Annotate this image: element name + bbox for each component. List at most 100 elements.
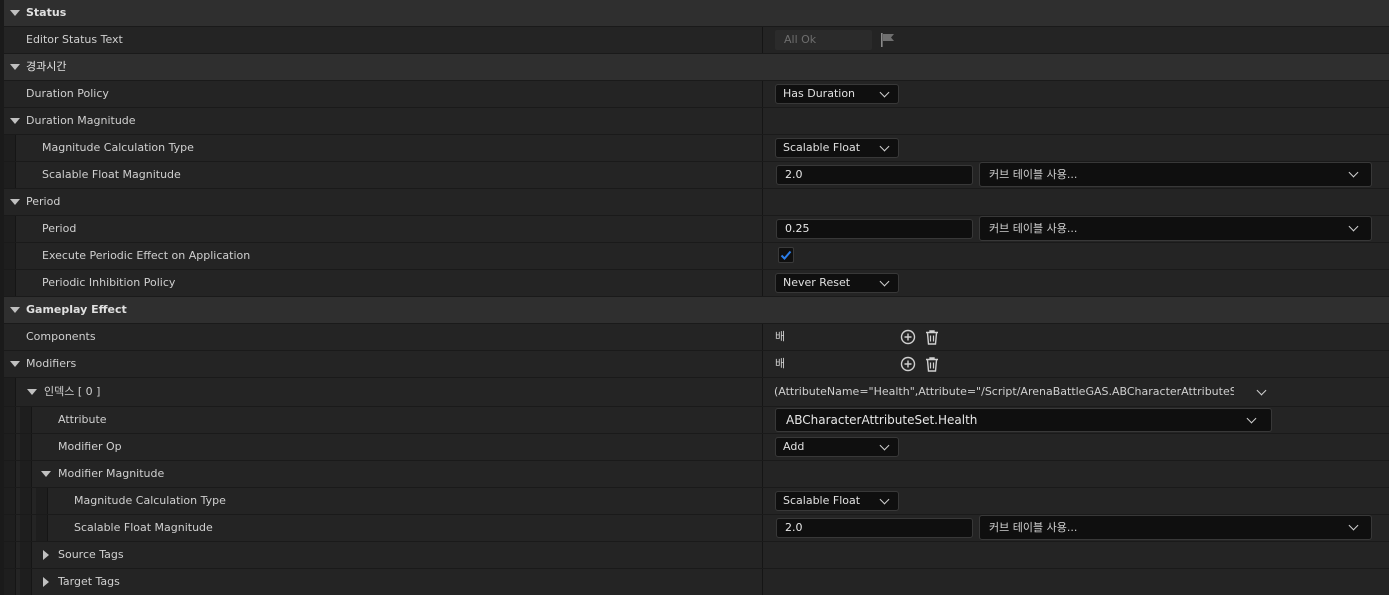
prop-label: 인덱스 [ 0 ] — [44, 385, 101, 398]
prop-dm-scalable: Scalable Float Magnitude 2.0 커브 테이블 사용..… — [4, 162, 1389, 188]
category-label: Gameplay Effect — [26, 303, 127, 316]
prop-duration-policy: Duration Policy Has Duration — [4, 81, 1389, 107]
column-divider — [762, 407, 763, 433]
prop-label: Magnitude Calculation Type — [74, 494, 226, 507]
prop-components: Components 배열 엘리먼트: 0 — [4, 324, 1389, 499]
array-count: 배열 엘리먼트: 0 — [775, 330, 789, 499]
dropdown-value: Has Duration — [783, 87, 856, 100]
column-divider — [762, 324, 763, 350]
scalable-float-input[interactable]: 2.0 — [776, 518, 973, 538]
group-source-tags[interactable]: Source Tags — [4, 542, 1389, 568]
prop-label: Period — [42, 222, 77, 235]
magnitude-calc-type-dropdown[interactable]: Scalable Float — [775, 138, 899, 158]
indent-guide — [4, 407, 16, 433]
curve-table-dropdown[interactable]: 커브 테이블 사용... — [979, 162, 1372, 187]
prop-editor-status-text: Editor Status Text All Ok — [4, 27, 1389, 53]
chevron-down-icon — [879, 494, 890, 505]
prop-label: Duration Policy — [26, 87, 109, 100]
magnitude-calc-type-dropdown[interactable]: Scalable Float — [775, 491, 899, 511]
prop-mm-scalable: Scalable Float Magnitude 2.0 커브 테이블 사용..… — [4, 515, 1389, 541]
curve-table-dropdown[interactable]: 커브 테이블 사용... — [979, 515, 1372, 540]
category-elapsed[interactable]: 경과시간 — [4, 54, 1389, 80]
prop-inhibition-policy: Periodic Inhibition Policy Never Reset — [4, 270, 1389, 296]
chevron-down-icon — [1246, 413, 1257, 424]
group-label: Duration Magnitude — [26, 114, 136, 127]
prop-label: Periodic Inhibition Policy — [42, 276, 176, 289]
group-label: Period — [26, 195, 61, 208]
collapse-arrow-icon[interactable] — [10, 199, 20, 205]
curve-table-dropdown[interactable]: 커브 테이블 사용... — [979, 216, 1372, 241]
column-divider — [762, 189, 763, 215]
column-divider — [762, 461, 763, 487]
column-divider — [762, 378, 763, 406]
chevron-down-icon — [1348, 520, 1359, 531]
column-divider — [762, 434, 763, 460]
indent-guide — [4, 162, 16, 188]
indent-guide — [20, 542, 32, 568]
column-divider — [762, 27, 763, 53]
expand-arrow-icon[interactable] — [43, 550, 49, 560]
modifier-op-dropdown[interactable]: Add — [775, 437, 899, 457]
attribute-dropdown[interactable]: ABCharacterAttributeSet.Health — [775, 408, 1272, 432]
prop-label: Magnitude Calculation Type — [42, 141, 194, 154]
modifier-index-0[interactable]: 인덱스 [ 0 ] (AttributeName="Health",Attrib… — [4, 378, 1389, 406]
dropdown-value: ABCharacterAttributeSet.Health — [786, 413, 978, 427]
column-divider — [762, 569, 763, 595]
prop-attribute: Attribute ABCharacterAttributeSet.Health — [4, 407, 1389, 433]
column-divider — [762, 108, 763, 134]
flag-icon[interactable] — [880, 33, 896, 47]
dropdown-value: Scalable Float — [783, 141, 861, 154]
indent-guide — [4, 542, 16, 568]
indent-guide — [4, 243, 16, 269]
indent-guide — [4, 515, 16, 541]
column-divider — [762, 515, 763, 541]
indent-guide — [4, 378, 16, 406]
indent-guide — [20, 434, 32, 460]
expand-arrow-icon[interactable] — [43, 577, 49, 587]
collapse-arrow-icon[interactable] — [41, 471, 51, 477]
chevron-down-icon — [879, 87, 890, 98]
indent-guide — [20, 407, 32, 433]
dropdown-value: Scalable Float — [783, 494, 861, 507]
add-element-icon[interactable] — [900, 329, 916, 345]
chevron-down-icon — [879, 440, 890, 451]
collapse-arrow-icon[interactable] — [10, 361, 20, 367]
chevron-down-icon[interactable] — [1256, 385, 1267, 396]
chevron-down-icon — [879, 276, 890, 287]
collapse-arrow-icon[interactable] — [10, 64, 20, 70]
period-input[interactable]: 0.25 — [776, 219, 973, 239]
collapse-arrow-icon[interactable] — [10, 118, 20, 124]
category-gameplay-effect[interactable]: Gameplay Effect — [4, 297, 1389, 323]
prop-label: Attribute — [58, 413, 107, 426]
indent-guide — [4, 569, 16, 595]
indent-guide — [20, 461, 32, 487]
indent-guide — [4, 216, 16, 242]
array-count: 배열 엘리먼트: 1 — [775, 357, 789, 526]
exec-periodic-checkbox[interactable] — [778, 247, 794, 263]
scalable-float-input[interactable]: 2.0 — [776, 165, 973, 185]
indent-guide — [4, 488, 16, 514]
group-target-tags[interactable]: Target Tags — [4, 569, 1389, 595]
group-period[interactable]: Period — [4, 189, 1389, 215]
delete-all-icon[interactable] — [924, 356, 940, 372]
collapse-arrow-icon[interactable] — [27, 389, 37, 395]
group-modifier-magnitude[interactable]: Modifier Magnitude — [4, 461, 1389, 487]
add-element-icon[interactable] — [900, 356, 916, 372]
prop-label: Editor Status Text — [26, 33, 123, 46]
group-duration-magnitude[interactable]: Duration Magnitude — [4, 108, 1389, 134]
duration-policy-dropdown[interactable]: Has Duration — [775, 84, 899, 104]
chevron-down-icon — [1348, 221, 1359, 232]
collapse-arrow-icon[interactable] — [10, 307, 20, 313]
column-divider — [762, 270, 763, 296]
category-label: Status — [26, 6, 67, 19]
indent-guide — [20, 515, 32, 541]
inhibition-policy-dropdown[interactable]: Never Reset — [775, 273, 899, 293]
category-status[interactable]: Status — [4, 0, 1389, 26]
indent-guide — [4, 270, 16, 296]
curve-table-label: 커브 테이블 사용... — [989, 168, 1078, 181]
collapse-arrow-icon[interactable] — [10, 10, 20, 16]
column-divider — [762, 243, 763, 269]
prop-modifiers[interactable]: Modifiers 배열 엘리먼트: 1 — [4, 351, 1389, 526]
prop-mm-calc-type: Magnitude Calculation Type Scalable Floa… — [4, 488, 1389, 514]
delete-all-icon[interactable] — [924, 329, 940, 345]
